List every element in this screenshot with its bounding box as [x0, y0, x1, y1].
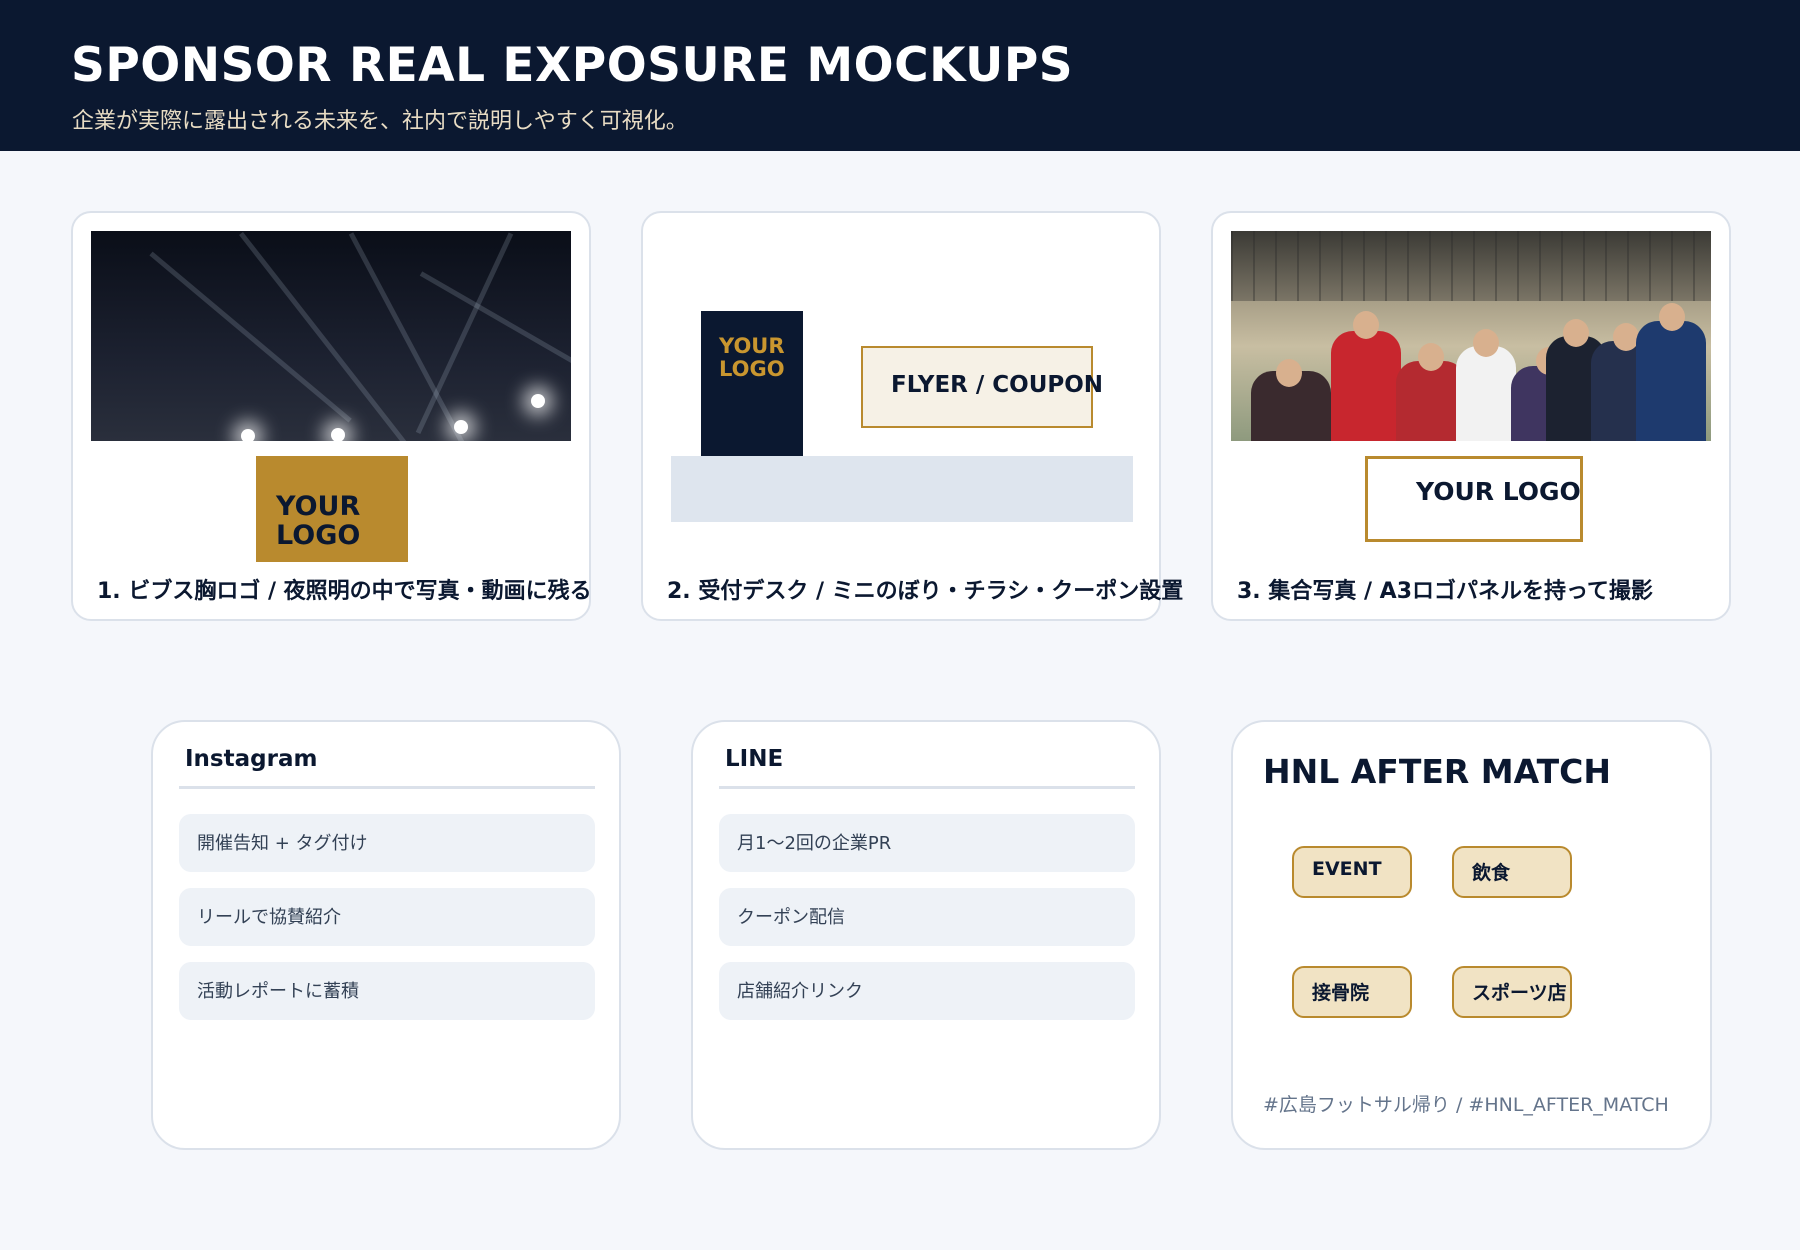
list-item: 活動レポートに蓄積 [179, 962, 595, 1020]
channel-title: Instagram [185, 746, 318, 772]
team-group-photo [1231, 231, 1711, 441]
hnl-title: HNL AFTER MATCH [1263, 752, 1611, 791]
list-item: クーポン配信 [719, 888, 1135, 946]
category-chip: 接骨院 [1292, 966, 1412, 1018]
flyer-coupon: FLYER / COUPON [861, 346, 1103, 428]
mockup-caption: 2. 受付デスク / ミニのぼり・チラシ・クーポン設置 [667, 579, 1184, 604]
hashtag-text: #広島フットサル帰り / #HNL_AFTER_MATCH [1263, 1094, 1669, 1116]
mockup-caption: 3. 集合写真 / A3ロゴパネルを持って撮影 [1237, 579, 1653, 604]
channel-card-instagram: Instagram 開催告知 + タグ付け リールで協賛紹介 活動レポートに蓄積 [151, 720, 621, 1150]
channel-card-line: LINE 月1〜2回の企業PR クーポン配信 店舗紹介リンク [691, 720, 1161, 1150]
category-chip: スポーツ店 [1452, 966, 1572, 1018]
night-lighting-photo [91, 231, 571, 441]
divider [179, 786, 595, 789]
list-item: 月1〜2回の企業PR [719, 814, 1135, 872]
mockup-card-bibs: YOUR LOGO 1. ビブス胸ロゴ / 夜照明の中で写真・動画に残る [71, 211, 592, 621]
page-title: SPONSOR REAL EXPOSURE MOCKUPS [71, 38, 1074, 93]
list-item: リールで協賛紹介 [179, 888, 595, 946]
mockup-caption: 1. ビブス胸ロゴ / 夜照明の中で写真・動画に残る [97, 579, 592, 604]
list-item: 店舗紹介リンク [719, 962, 1135, 1020]
category-chip: EVENT [1292, 846, 1412, 898]
mockup-card-reception: YOUR LOGO FLYER / COUPON 2. 受付デスク / ミニのぼ… [641, 211, 1183, 621]
divider [719, 786, 1135, 789]
reception-desk [671, 456, 1133, 522]
channel-card-hnl: HNL AFTER MATCH EVENT 飲食 接骨院 スポーツ店 #広島フッ… [1231, 720, 1712, 1150]
category-chip: 飲食 [1452, 846, 1572, 898]
page-header: SPONSOR REAL EXPOSURE MOCKUPS 企業が実際に露出され… [0, 0, 1800, 151]
channel-title: LINE [725, 746, 784, 772]
mini-banner-logo: YOUR LOGO [701, 311, 803, 459]
a3-logo-panel: YOUR LOGO [1365, 456, 1583, 542]
bib-chest-logo: YOUR LOGO [256, 456, 408, 562]
mockup-card-team-photo: YOUR LOGO 3. 集合写真 / A3ロゴパネルを持って撮影 [1211, 211, 1731, 621]
page-subtitle: 企業が実際に露出される未来を、社内で説明しやすく可視化。 [72, 109, 688, 134]
list-item: 開催告知 + タグ付け [179, 814, 595, 872]
